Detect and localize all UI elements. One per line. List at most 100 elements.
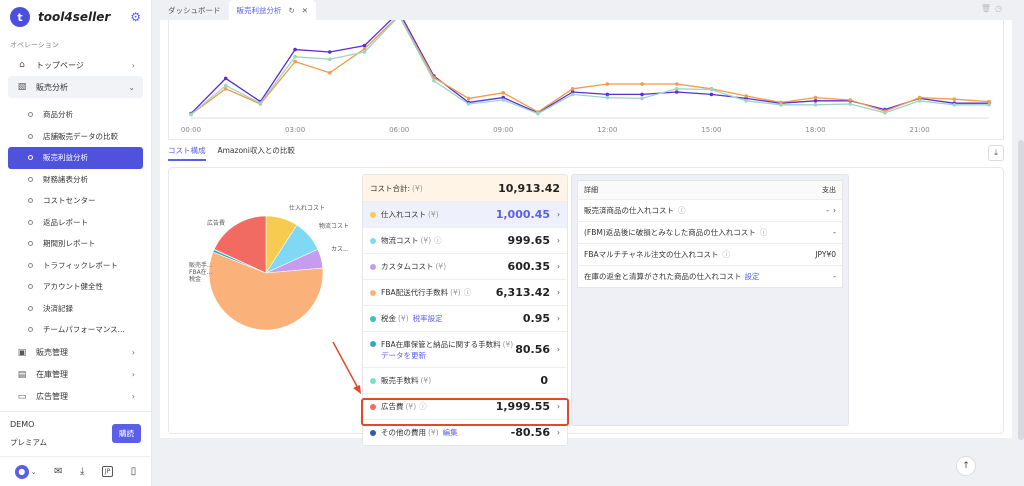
sidebar-subitem[interactable]: トラフィックレポート	[8, 255, 143, 277]
trash-icon[interactable]: 🗑	[981, 4, 995, 13]
data-point[interactable]	[744, 94, 748, 98]
jp-icon[interactable]: JP	[101, 466, 114, 477]
data-point[interactable]	[848, 102, 853, 106]
cost-row-purchase[interactable]: 仕入れコスト (¥) 1,000.45 ›	[363, 201, 567, 227]
data-point[interactable]	[432, 79, 436, 83]
download-icon[interactable]: ⤓	[988, 145, 1004, 161]
data-point[interactable]	[605, 95, 610, 100]
data-point[interactable]	[605, 92, 610, 97]
sidebar-subitem[interactable]: 期間別レポート	[8, 233, 143, 255]
data-point[interactable]	[293, 47, 297, 52]
tab-amazon-compare[interactable]: Amazoni収入との比較	[218, 145, 295, 161]
sidebar-subitem[interactable]: アカウント健全性	[8, 276, 143, 298]
data-point[interactable]	[327, 71, 332, 75]
data-point[interactable]	[570, 87, 575, 91]
data-point[interactable]	[293, 59, 297, 64]
data-point[interactable]	[709, 92, 714, 97]
data-point[interactable]	[223, 76, 228, 81]
data-point[interactable]	[327, 50, 332, 54]
info-icon[interactable]: ⓘ	[464, 287, 472, 298]
data-point[interactable]	[709, 87, 714, 92]
data-point[interactable]	[987, 103, 991, 107]
data-point[interactable]	[987, 99, 991, 104]
sidebar-subitem[interactable]: チームパフォーマンス...	[8, 319, 143, 341]
data-point[interactable]	[848, 98, 853, 102]
data-point[interactable]	[605, 82, 610, 86]
sidebar-item-ads[interactable]: ▭ 広告管理 ›	[0, 386, 143, 408]
sidebar-subitem[interactable]: 決済記録	[8, 298, 143, 320]
tab-profit-analysis[interactable]: 販売利益分析 ↻ ✕	[228, 0, 317, 20]
sidebar-item-top[interactable]: ⌂ トップページ ›	[0, 54, 143, 76]
data-point[interactable]	[466, 102, 471, 106]
cost-row-ads[interactable]: 広告費 (¥) ⓘ 1,999.55 ›	[363, 393, 567, 419]
tab-dashboard[interactable]: ダッシュボード	[160, 0, 229, 20]
data-point[interactable]	[362, 50, 367, 54]
data-point[interactable]	[501, 91, 506, 95]
data-point[interactable]	[813, 99, 818, 103]
cost-row-fba-storage[interactable]: FBA在庫保管と納品に関する手数料 (¥) データを更新 80.56 ›	[363, 331, 567, 367]
mail-icon[interactable]: ✉	[54, 466, 62, 477]
cost-row-logistics[interactable]: 物流コスト (¥) ⓘ 999.65 ›	[363, 227, 567, 253]
data-point[interactable]	[952, 103, 957, 107]
data-point[interactable]	[917, 99, 922, 103]
data-point[interactable]	[674, 82, 679, 86]
detail-row[interactable]: 販売済商品の仕入れコスト ⓘ - ›	[578, 199, 842, 221]
sidebar-subitem[interactable]: 店舗販売データの比較	[8, 126, 143, 148]
sidebar-subitem-active[interactable]: 販売利益分析	[8, 147, 143, 169]
data-point[interactable]	[223, 87, 228, 91]
sidebar-subitem[interactable]: 財務諸表分析	[8, 169, 143, 191]
phone-icon[interactable]: ▯	[131, 466, 137, 477]
data-point[interactable]	[779, 103, 783, 107]
cost-row-other[interactable]: その他の費用 (¥) 編集 -80.56 ›	[363, 419, 567, 445]
data-point[interactable]	[640, 92, 644, 97]
sidebar-item-sales-analysis[interactable]: ▧ 販売分析 ⌄	[8, 76, 143, 98]
edit-link[interactable]: 編集	[443, 427, 458, 438]
data-point[interactable]	[813, 103, 818, 107]
data-point[interactable]	[327, 57, 332, 61]
settings-link[interactable]: 設定	[745, 271, 760, 282]
data-point[interactable]	[883, 111, 887, 115]
info-icon[interactable]: ⓘ	[434, 235, 442, 246]
data-point[interactable]	[674, 90, 679, 94]
data-point[interactable]	[813, 95, 818, 100]
info-icon[interactable]: ⓘ	[723, 249, 731, 260]
data-point[interactable]	[258, 101, 263, 105]
data-point[interactable]	[536, 111, 540, 116]
data-point[interactable]	[189, 112, 193, 117]
cost-row-custom[interactable]: カスタムコスト (¥) 600.35 ›	[363, 253, 567, 279]
info-icon[interactable]: ⓘ	[419, 401, 427, 412]
tab-cost-structure[interactable]: コスト構成	[168, 145, 206, 161]
info-icon[interactable]: ⓘ	[678, 205, 686, 216]
data-point[interactable]	[917, 95, 922, 100]
sidebar-item-inventory[interactable]: ▤ 在庫管理 ›	[0, 364, 143, 386]
refresh-data-link[interactable]: データを更新	[381, 351, 426, 360]
data-point[interactable]	[223, 83, 228, 88]
clock-icon[interactable]: ◷	[995, 4, 1006, 13]
data-point[interactable]	[501, 98, 506, 102]
data-point[interactable]	[293, 55, 297, 59]
close-icon[interactable]: ✕	[302, 6, 308, 15]
subscribe-button[interactable]: 購読	[112, 424, 141, 443]
user-menu[interactable]: ● ⌄	[14, 464, 37, 479]
data-point[interactable]	[466, 96, 471, 101]
sidebar-item-label: トップページ	[36, 60, 84, 70]
sidebar-subitem[interactable]: 商品分析	[8, 104, 143, 126]
data-point[interactable]	[674, 87, 679, 91]
sidebar-subitem[interactable]: コストセンター	[8, 190, 143, 212]
gear-icon[interactable]: ⚙	[130, 10, 141, 24]
data-point[interactable]	[744, 99, 748, 103]
data-point[interactable]	[570, 92, 575, 97]
cost-row-fba-fee[interactable]: FBA配送代行手数料 (¥) ⓘ 6,313.42 ›	[363, 279, 567, 305]
data-point[interactable]	[952, 97, 957, 101]
sidebar-subitem[interactable]: 返品レポート	[8, 212, 143, 234]
data-point[interactable]	[640, 82, 644, 86]
data-point[interactable]	[640, 96, 644, 101]
info-icon[interactable]: ⓘ	[760, 227, 768, 238]
sidebar-item-sales-mgmt[interactable]: ▣ 販売管理 ›	[0, 342, 143, 364]
scrollbar[interactable]	[1018, 140, 1024, 440]
download-icon[interactable]: ⤓	[80, 466, 84, 477]
scroll-top-button[interactable]: ↑	[956, 456, 976, 476]
cost-row-tax[interactable]: 税金 (¥) 税率設定 0.95 ›	[363, 305, 567, 331]
refresh-icon[interactable]: ↻	[289, 6, 295, 15]
tax-setting-link[interactable]: 税率設定	[413, 313, 443, 324]
